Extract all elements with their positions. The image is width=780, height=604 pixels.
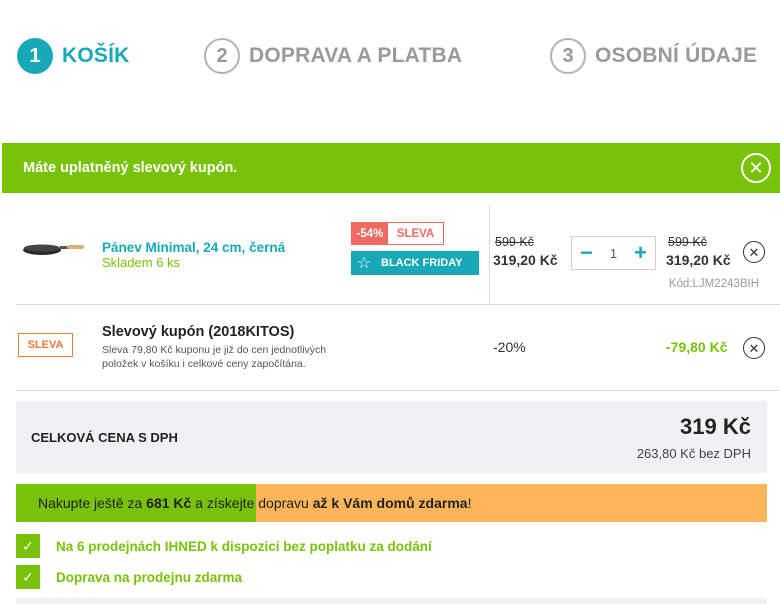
quantity-value[interactable]: 1 <box>610 246 617 261</box>
close-icon: ✕ <box>748 340 760 356</box>
benefit-item: ✓ Na 6 prodejnách IHNED k dispozici bez … <box>16 534 432 558</box>
coupon-description: Sleva 79,80 Kč kuponu je již do cen jedn… <box>102 344 327 370</box>
discount-label: SLEVA <box>396 227 435 240</box>
step-shipping-payment[interactable]: 2 DOPRAVA A PLATBA <box>204 38 462 74</box>
remove-coupon-button[interactable]: ✕ <box>743 337 765 359</box>
step-number: 1 <box>17 38 53 74</box>
remove-item-button[interactable]: ✕ <box>743 241 765 263</box>
benefit-text: Na 6 prodejnách IHNED k dispozici bez po… <box>56 538 432 554</box>
unit-price: 319,20 Kč <box>493 252 558 268</box>
discount-percent: -54% <box>352 223 388 244</box>
banner-message: Máte uplatněný slevový kupón. <box>23 160 238 176</box>
free-shipping-progress: Nakupte ještě za 681 Kč a získejte dopra… <box>16 484 767 522</box>
quantity-decrease-button[interactable]: − <box>580 242 593 264</box>
total-label: CELKOVÁ CENA S DPH <box>31 430 178 445</box>
free-shipping-message: Nakupte ještě za 681 Kč a získejte dopra… <box>38 495 472 511</box>
coupon-row: SLEVA Slevový kupón (2018KITOS) Sleva 79… <box>16 305 780 391</box>
benefit-text: Doprava na prodejnu zdarma <box>56 569 243 585</box>
bottom-strip <box>16 598 767 604</box>
close-icon: ✕ <box>748 158 764 178</box>
coupon-title: Slevový kupón (2018KITOS) <box>102 324 295 340</box>
total-price: 319 Kč <box>680 414 751 439</box>
checkout-steps: 1 KOŠÍK 2 DOPRAVA A PLATBA 3 OSOBNÍ ÚDAJ… <box>0 38 780 74</box>
coupon-badge: SLEVA <box>18 333 73 357</box>
product-image[interactable] <box>22 232 84 262</box>
product-name-link[interactable]: Pánev Minimal, 24 cm, černá <box>102 240 285 255</box>
step-label: KOŠÍK <box>62 44 130 67</box>
checkmark-icon: ✓ <box>16 565 40 589</box>
step-cart[interactable]: 1 KOŠÍK <box>17 38 130 74</box>
black-friday-badge: ☆ BLACK FRIDAY <box>351 251 479 275</box>
step-personal-info[interactable]: 3 OSOBNÍ ÚDAJE <box>550 38 757 74</box>
coupon-applied-banner: Máte uplatněný slevový kupón. ✕ <box>2 143 780 193</box>
checkmark-icon: ✓ <box>16 534 40 558</box>
quantity-increase-button[interactable]: + <box>634 242 647 264</box>
step-number: 3 <box>550 38 586 74</box>
coupon-percent: -20% <box>493 339 526 355</box>
item-total-price: 319,20 Kč <box>666 252 731 268</box>
black-friday-label: BLACK FRIDAY <box>381 257 463 269</box>
divider <box>489 205 490 305</box>
star-icon: ☆ <box>356 255 372 272</box>
step-label: DOPRAVA A PLATBA <box>249 44 463 67</box>
quantity-stepper: − 1 + <box>571 236 656 270</box>
cart-item-row: Pánev Minimal, 24 cm, černá Skladem 6 ks… <box>16 205 780 305</box>
step-number: 2 <box>204 38 240 74</box>
order-total: CELKOVÁ CENA S DPH 319 Kč 263,80 Kč bez … <box>16 401 767 473</box>
total-price-without-vat: 263,80 Kč bez DPH <box>636 446 751 461</box>
stock-status: Skladem 6 ks <box>102 255 181 270</box>
total-old-price: 599 Kč <box>668 235 707 249</box>
step-label: OSOBNÍ ÚDAJE <box>595 44 758 67</box>
discount-badge: -54% SLEVA <box>351 222 444 245</box>
close-icon: ✕ <box>748 244 760 260</box>
close-banner-button[interactable]: ✕ <box>741 153 771 183</box>
coupon-amount: -79,80 Kč <box>666 339 728 355</box>
product-code: Kód:LJM2243BIH <box>668 278 759 290</box>
benefit-item: ✓ Doprava na prodejnu zdarma <box>16 565 242 589</box>
unit-old-price: 599 Kč <box>495 235 534 249</box>
